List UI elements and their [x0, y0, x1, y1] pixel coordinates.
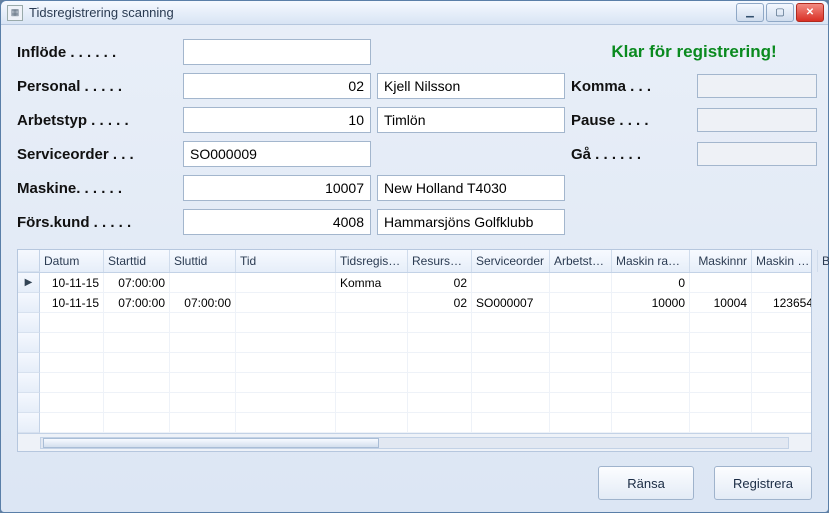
label-komma: Komma . . . [571, 78, 691, 95]
restore-button[interactable]: ▢ [766, 3, 794, 22]
input-forskund-code[interactable]: 4008 [183, 209, 371, 235]
col-maskinnr[interactable]: Maskinnr [690, 250, 752, 272]
label-personal: Personal . . . . . [17, 78, 177, 95]
col-tidsreg[interactable]: Tidsregistr... [336, 250, 408, 272]
grid-body[interactable]: ▶ 10-11-15 07:00:00 Komma 02 0 Kj 1 [18, 273, 811, 433]
cell-tidsreg[interactable] [336, 293, 408, 313]
cell-maskinnr[interactable]: 10004 [690, 293, 752, 313]
data-grid[interactable]: Datum Starttid Sluttid Tid Tidsregistr..… [17, 249, 812, 452]
cell-resurskod[interactable]: 02 [408, 273, 472, 293]
window-title: Tidsregistrering scanning [29, 5, 736, 20]
display-forskund-name: Hammarsjöns Golfklubb [377, 209, 565, 235]
input-personal-code[interactable]: 02 [183, 73, 371, 99]
col-sluttid[interactable]: Sluttid [170, 250, 236, 272]
col-maskinradnr[interactable]: Maskin radnr [612, 250, 690, 272]
label-serviceorder: Serviceorder . . . [17, 146, 177, 163]
footer-buttons: Ränsa Registrera [17, 452, 812, 500]
input-arbetstyp-code[interactable]: 10 [183, 107, 371, 133]
fields-panel: Inflöde . . . . . . Klar för registrerin… [17, 39, 812, 235]
table-row-empty[interactable] [18, 373, 811, 393]
content-area: Inflöde . . . . . . Klar för registrerin… [1, 25, 828, 512]
horizontal-scrollbar[interactable] [18, 433, 811, 451]
app-icon: ▦ [7, 5, 23, 21]
label-pause: Pause . . . . [571, 112, 691, 129]
row-selector-icon[interactable]: ▶ [18, 273, 40, 293]
ransa-button[interactable]: Ränsa [598, 466, 694, 500]
display-maskine-name: New Holland T4030 [377, 175, 565, 201]
cell-maskinradnr[interactable]: 0 [612, 273, 690, 293]
input-komma[interactable] [697, 74, 817, 98]
table-row[interactable]: 10-11-15 07:00:00 07:00:00 02 SO000007 1… [18, 293, 811, 313]
titlebar[interactable]: ▦ Tidsregistrering scanning ▁ ▢ ✕ [1, 1, 828, 25]
col-maskinse[interactable]: Maskin se... [752, 250, 818, 272]
cell-starttid[interactable]: 07:00:00 [104, 273, 170, 293]
row-selector[interactable] [18, 293, 40, 313]
cell-maskinnr[interactable] [690, 273, 752, 293]
cell-serviceorder[interactable]: SO000007 [472, 293, 550, 313]
grid-header: Datum Starttid Sluttid Tid Tidsregistr..… [18, 250, 811, 273]
input-serviceorder[interactable]: SO000009 [183, 141, 371, 167]
cell-resurskod[interactable]: 02 [408, 293, 472, 313]
cell-sluttid[interactable]: 07:00:00 [170, 293, 236, 313]
minimize-button[interactable]: ▁ [736, 3, 764, 22]
cell-serviceorder[interactable] [472, 273, 550, 293]
cell-datum[interactable]: 10-11-15 [40, 293, 104, 313]
scroll-track[interactable] [40, 437, 789, 449]
cell-starttid[interactable]: 07:00:00 [104, 293, 170, 313]
cell-maskinse[interactable] [752, 273, 811, 293]
cell-maskinse[interactable]: 123654 [752, 293, 811, 313]
table-row-empty[interactable] [18, 413, 811, 433]
display-arbetstyp-name: Timlön [377, 107, 565, 133]
table-row-empty[interactable] [18, 353, 811, 373]
scroll-thumb[interactable] [43, 438, 379, 448]
row-header-corner [18, 250, 40, 272]
cell-tidsreg[interactable]: Komma [336, 273, 408, 293]
input-pause[interactable] [697, 108, 817, 132]
label-ga: Gå . . . . . . [571, 146, 691, 163]
table-row-empty[interactable] [18, 333, 811, 353]
cell-datum[interactable]: 10-11-15 [40, 273, 104, 293]
table-row[interactable]: ▶ 10-11-15 07:00:00 Komma 02 0 Kj [18, 273, 811, 293]
col-arbetstyp[interactable]: Arbetstyp... [550, 250, 612, 272]
cell-arbetstyp[interactable] [550, 273, 612, 293]
label-maskine: Maskine. . . . . . [17, 180, 177, 197]
cell-tid[interactable] [236, 273, 336, 293]
cell-sluttid[interactable] [170, 273, 236, 293]
table-row-empty[interactable] [18, 313, 811, 333]
registrera-button[interactable]: Registrera [714, 466, 812, 500]
input-ga[interactable] [697, 142, 817, 166]
col-starttid[interactable]: Starttid [104, 250, 170, 272]
label-forskund: Förs.kund . . . . . [17, 214, 177, 231]
label-inflode: Inflöde . . . . . . [17, 44, 177, 61]
col-resurskod[interactable]: Resurskod [408, 250, 472, 272]
app-window: ▦ Tidsregistrering scanning ▁ ▢ ✕ Inflöd… [0, 0, 829, 513]
col-datum[interactable]: Datum [40, 250, 104, 272]
close-button[interactable]: ✕ [796, 3, 824, 22]
col-be[interactable]: Be [818, 250, 829, 272]
input-maskine-code[interactable]: 10007 [183, 175, 371, 201]
col-tid[interactable]: Tid [236, 250, 336, 272]
col-serviceorder[interactable]: Serviceorder [472, 250, 550, 272]
cell-tid[interactable] [236, 293, 336, 313]
input-inflode[interactable] [183, 39, 371, 65]
label-arbetstyp: Arbetstyp . . . . . [17, 112, 177, 129]
cell-maskinradnr[interactable]: 10000 [612, 293, 690, 313]
status-message: Klar för registrering! [571, 42, 817, 62]
table-row-empty[interactable] [18, 393, 811, 413]
display-personal-name: Kjell Nilsson [377, 73, 565, 99]
cell-arbetstyp[interactable] [550, 293, 612, 313]
